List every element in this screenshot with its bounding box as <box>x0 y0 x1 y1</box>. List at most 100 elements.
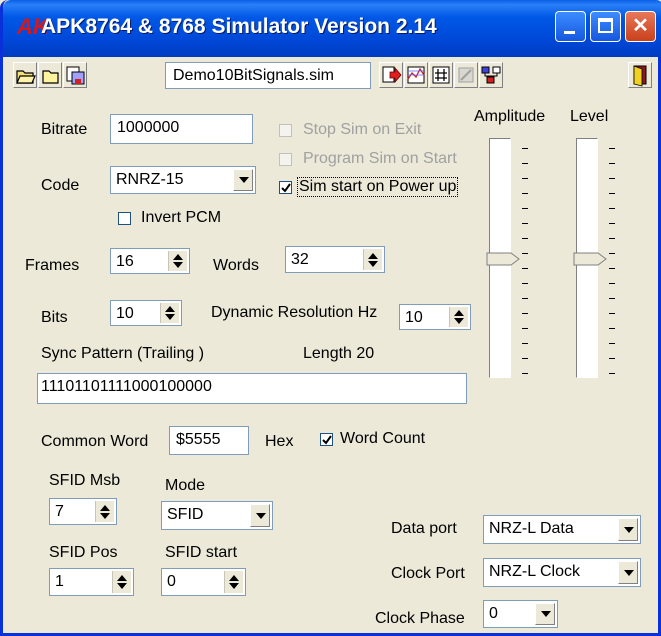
bitrate-input[interactable]: 1000000 <box>110 114 253 144</box>
spin-arrows-icon[interactable] <box>224 571 243 593</box>
slider-tick <box>609 328 615 329</box>
stop-sim-on-exit-label: Stop Sim on Exit <box>303 121 422 138</box>
dynamic-resolution-spinner[interactable]: 10 <box>399 304 471 330</box>
sync-pattern-input[interactable]: 11101101111000100000 <box>37 373 467 404</box>
sfid-start-spinner[interactable]: 0 <box>161 568 246 596</box>
open-folder-icon <box>16 70 36 84</box>
hex-label: Hex <box>265 433 294 450</box>
slider-tick <box>609 283 615 284</box>
slider-tick <box>522 268 528 269</box>
sfid-start-label: SFID start <box>165 544 238 561</box>
bits-spinner[interactable]: 10 <box>110 300 182 326</box>
maximize-button[interactable] <box>590 11 621 42</box>
slider-tick <box>522 253 528 254</box>
minimize-icon <box>564 31 575 34</box>
clock-phase-select[interactable]: 0 <box>483 600 558 628</box>
data-port-select[interactable]: NRZ-L Data <box>483 515 641 544</box>
slider-tick <box>609 358 615 359</box>
save-button[interactable] <box>63 62 87 88</box>
common-word-input[interactable]: $5555 <box>169 426 249 455</box>
slider-tick <box>522 148 528 149</box>
slider-tick <box>522 358 528 359</box>
spin-arrows-icon[interactable] <box>112 571 131 593</box>
clock-phase-label: Clock Phase <box>375 610 465 627</box>
word-count-checkbox[interactable] <box>320 433 333 446</box>
sfid-pos-spinner[interactable]: 1 <box>49 568 134 596</box>
words-value: 32 <box>291 251 309 268</box>
title-bar[interactable]: AK APK8764 & 8768 Simulator Version 2.14… <box>3 0 661 57</box>
close-button[interactable]: ✕ <box>625 11 656 42</box>
mode-select[interactable]: SFID <box>161 501 273 530</box>
invert-pcm-checkbox[interactable] <box>118 212 131 225</box>
network-button[interactable] <box>479 62 503 88</box>
amplitude-slider-thumb[interactable] <box>486 252 520 266</box>
frames-spinner[interactable]: 16 <box>110 248 190 274</box>
data-port-value: NRZ-L Data <box>489 520 574 537</box>
chevron-down-icon[interactable] <box>618 518 638 541</box>
level-slider-thumb[interactable] <box>573 252 607 266</box>
app-window: AK APK8764 & 8768 Simulator Version 2.14… <box>0 0 661 636</box>
slider-tick <box>522 163 528 164</box>
grid-icon <box>432 66 450 84</box>
code-value: RNRZ-15 <box>116 171 184 188</box>
code-label: Code <box>41 177 80 194</box>
close-icon: ✕ <box>632 15 649 37</box>
exit-button[interactable] <box>628 62 652 88</box>
app-logo-icon: AK <box>17 14 49 39</box>
spin-arrows-icon[interactable] <box>160 303 179 323</box>
mode-label: Mode <box>165 477 206 494</box>
spin-arrows-icon[interactable] <box>449 307 468 327</box>
chevron-down-icon[interactable] <box>618 561 638 584</box>
chevron-down-icon[interactable] <box>233 169 253 191</box>
code-select[interactable]: RNRZ-15 <box>110 166 256 194</box>
program-sim-on-start-checkbox <box>279 153 292 166</box>
frames-value: 16 <box>116 253 134 270</box>
slider-tick <box>609 223 615 224</box>
open-folder-button[interactable] <box>13 62 37 88</box>
stop-sim-on-exit-checkbox <box>279 124 292 137</box>
folder-icon <box>42 70 59 84</box>
slider-tick <box>522 238 528 239</box>
slider-tick <box>609 208 615 209</box>
sync-pattern-label: Sync Pattern (Trailing ) <box>41 345 205 362</box>
checkmark-icon <box>281 183 291 193</box>
level-label: Level <box>570 108 609 125</box>
run-button[interactable] <box>379 62 403 88</box>
spin-arrows-icon[interactable] <box>95 501 114 522</box>
filename-field[interactable]: Demo10BitSignals.sim <box>165 62 371 89</box>
slider-tick <box>609 298 615 299</box>
window-title: APK8764 & 8768 Simulator Version 2.14 <box>41 15 437 38</box>
slider-tick <box>609 343 615 344</box>
slider-tick <box>609 373 615 374</box>
dynamic-resolution-label: Dynamic Resolution Hz <box>211 304 378 321</box>
disabled-tool-button <box>454 62 478 88</box>
slider-tick <box>609 238 615 239</box>
sfid-pos-value: 1 <box>55 573 64 590</box>
chevron-down-icon[interactable] <box>535 603 555 625</box>
spin-arrows-icon[interactable] <box>363 249 382 270</box>
amplitude-label: Amplitude <box>474 108 546 125</box>
slider-tick <box>609 178 615 179</box>
maximize-icon <box>598 18 613 33</box>
chart-button[interactable] <box>404 62 428 88</box>
slider-tick <box>522 373 528 374</box>
clock-port-label: Clock Port <box>391 565 465 582</box>
slider-tick <box>609 268 615 269</box>
slider-tick <box>609 193 615 194</box>
words-spinner[interactable]: 32 <box>285 246 385 273</box>
grid-button[interactable] <box>429 62 453 88</box>
sfid-pos-label: SFID Pos <box>49 544 118 561</box>
exit-door-icon <box>633 65 647 87</box>
chevron-down-icon[interactable] <box>250 504 270 527</box>
checkmark-icon <box>322 435 332 445</box>
spin-arrows-icon[interactable] <box>168 251 187 271</box>
sim-start-on-power-up-checkbox[interactable] <box>279 181 292 194</box>
bits-label: Bits <box>41 309 68 326</box>
minimize-button[interactable] <box>555 11 586 42</box>
common-word-label: Common Word <box>41 433 149 450</box>
new-folder-button[interactable] <box>38 62 62 88</box>
word-count-label: Word Count <box>340 430 426 447</box>
clock-port-select[interactable]: NRZ-L Clock <box>483 558 641 587</box>
sfid-msb-spinner[interactable]: 7 <box>49 498 117 525</box>
sfid-start-value: 0 <box>167 573 176 590</box>
